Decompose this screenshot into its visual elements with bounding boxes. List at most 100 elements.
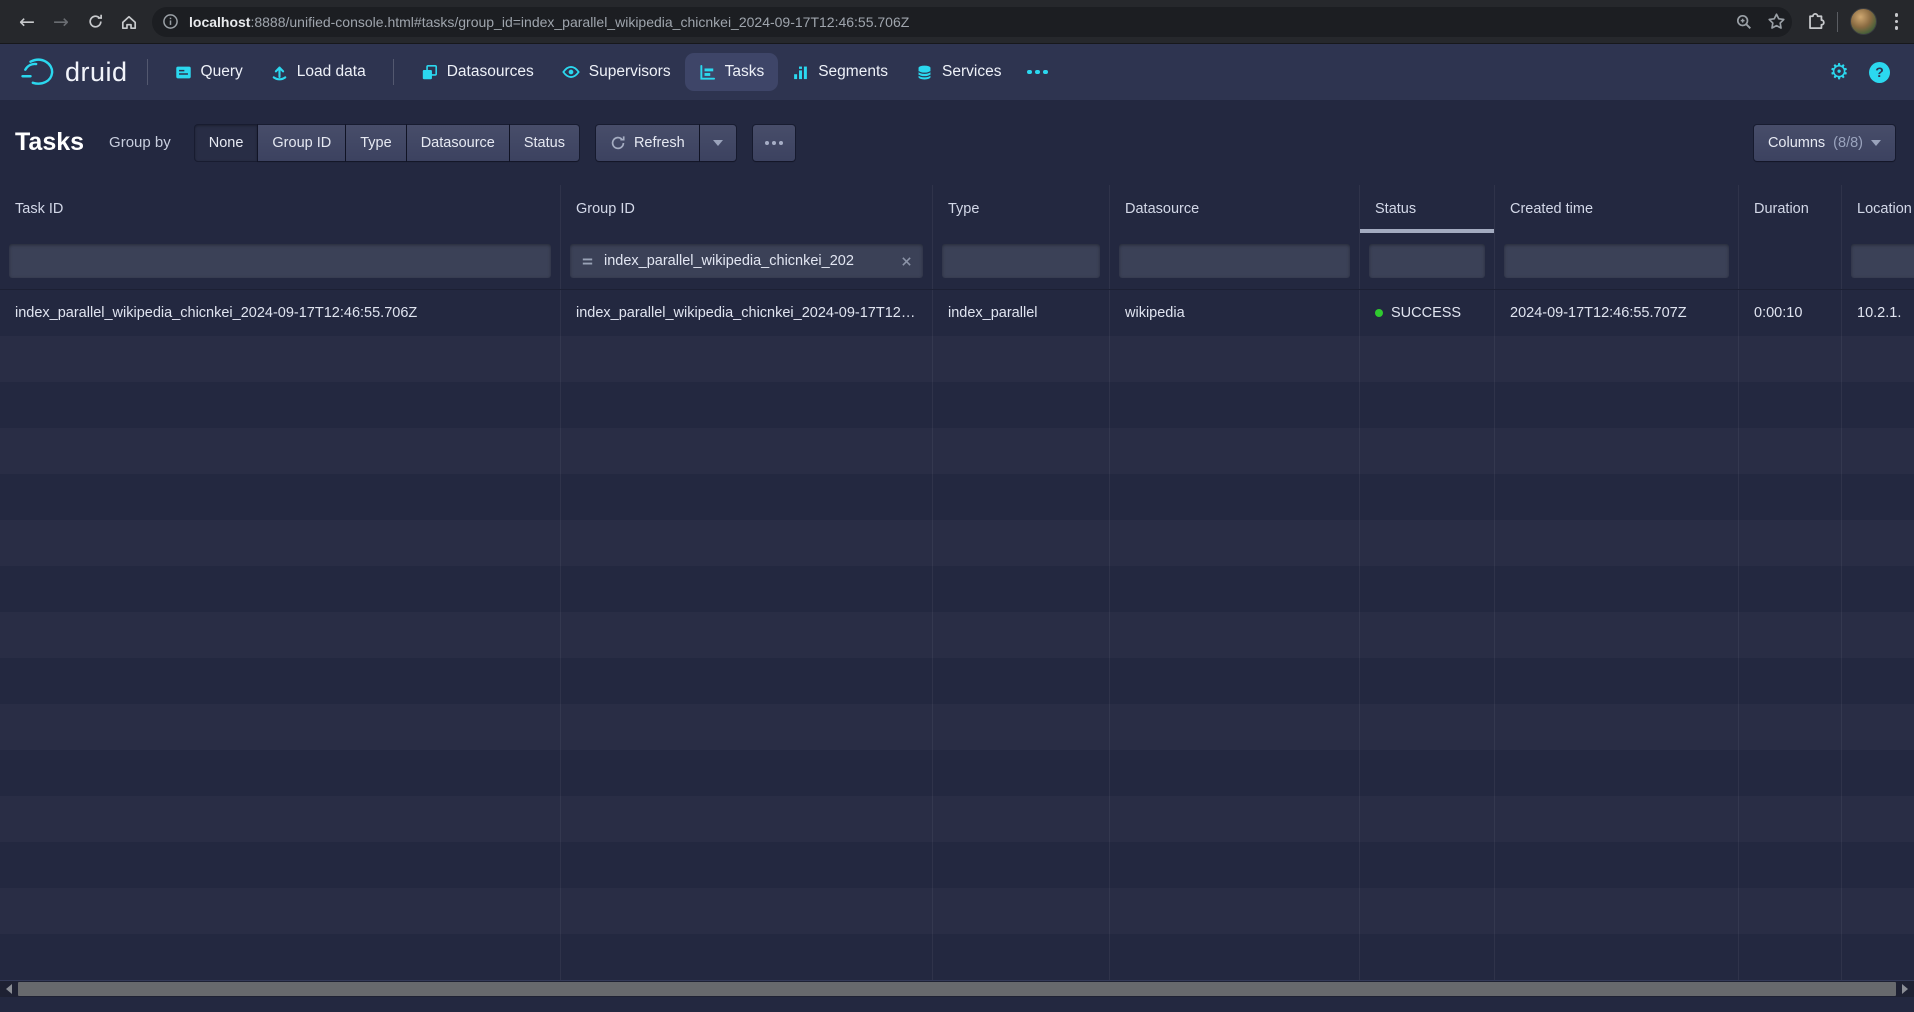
empty-cell: [1495, 566, 1739, 612]
empty-cell: [561, 382, 933, 428]
extensions-icon[interactable]: [1806, 12, 1825, 31]
scrollbar-thumb[interactable]: [18, 982, 1896, 996]
empty-cell: [933, 612, 1110, 658]
nav-item-datasources[interactable]: Datasources: [407, 53, 548, 91]
empty-cell: [933, 520, 1110, 566]
nav-label: Tasks: [725, 63, 765, 81]
equals-icon: [580, 254, 595, 269]
empty-cell: [1495, 336, 1739, 382]
cell-datasource[interactable]: wikipedia: [1110, 290, 1360, 336]
empty-cell: [1842, 382, 1914, 428]
control-bar: Tasks Group by None Group ID Type Dataso…: [0, 100, 1914, 185]
nav-item-load-data[interactable]: Load data: [257, 53, 380, 91]
forward-button[interactable]: →: [44, 5, 78, 39]
group-by-button-group: None Group ID Type Datasource Status: [195, 125, 579, 161]
nav-divider: [147, 59, 148, 85]
empty-cell: [1360, 336, 1495, 382]
table-header-row: Task ID Group ID Type Datasource Status …: [0, 185, 1914, 233]
filter-input-status[interactable]: [1369, 244, 1485, 278]
filter-input-group-id[interactable]: index_parallel_wikipedia_chicnkei_202: [570, 244, 923, 278]
nav-item-supervisors[interactable]: Supervisors: [548, 53, 685, 91]
empty-cell: [561, 520, 933, 566]
url-bar[interactable]: localhost:8888/unified-console.html#task…: [152, 7, 1792, 37]
scroll-right-button[interactable]: [1898, 981, 1912, 998]
settings-button[interactable]: ⚙: [1819, 60, 1859, 85]
datasources-icon: [421, 64, 438, 81]
group-by-none-button[interactable]: None: [195, 125, 258, 161]
filter-input-datasource[interactable]: [1119, 244, 1350, 278]
empty-cell: [1495, 474, 1739, 520]
back-button[interactable]: ←: [10, 5, 44, 39]
empty-cell: [1360, 520, 1495, 566]
cell-duration[interactable]: 0:00:10: [1739, 290, 1842, 336]
filter-input-task-id[interactable]: [9, 244, 551, 278]
cell-status[interactable]: SUCCESS: [1360, 290, 1495, 336]
nav-item-tasks[interactable]: Tasks: [685, 53, 779, 91]
scroll-left-button[interactable]: [2, 981, 16, 998]
table-row-empty: [0, 796, 1914, 842]
filter-text: index_parallel_wikipedia_chicnkei_202: [604, 253, 891, 269]
scroll-right-icon: [1902, 984, 1908, 994]
cell-location[interactable]: 10.2.1.: [1842, 290, 1914, 336]
nav-item-services[interactable]: Services: [902, 53, 1015, 91]
filter-input-created-time[interactable]: [1504, 244, 1729, 278]
empty-cell: [1110, 796, 1360, 842]
column-header-task-id[interactable]: Task ID: [0, 185, 561, 233]
brand[interactable]: druid: [14, 57, 134, 88]
group-by-status-button[interactable]: Status: [510, 125, 579, 161]
cell-task-id[interactable]: index_parallel_wikipedia_chicnkei_2024-0…: [0, 290, 561, 336]
nav-item-query[interactable]: Query: [161, 53, 257, 91]
more-options-button[interactable]: [753, 125, 795, 161]
cell-created-time[interactable]: 2024-09-17T12:46:55.707Z: [1495, 290, 1739, 336]
scroll-left-icon: [6, 984, 12, 994]
table-row-empty: [0, 566, 1914, 612]
empty-cell: [561, 428, 933, 474]
zoom-icon[interactable]: [1735, 13, 1753, 31]
refresh-button[interactable]: Refresh: [596, 125, 699, 161]
empty-cell: [561, 612, 933, 658]
column-header-location[interactable]: Location: [1842, 185, 1914, 233]
clear-filter-icon[interactable]: [900, 255, 913, 268]
table-row-empty: [0, 934, 1914, 980]
group-by-type-button[interactable]: Type: [346, 125, 405, 161]
empty-cell: [1495, 612, 1739, 658]
column-header-created-time[interactable]: Created time: [1495, 185, 1739, 233]
empty-cell: [561, 888, 933, 934]
query-icon: [175, 64, 192, 81]
empty-cell: [1495, 934, 1739, 980]
column-header-type[interactable]: Type: [933, 185, 1110, 233]
column-header-datasource[interactable]: Datasource: [1110, 185, 1360, 233]
site-info-icon[interactable]: [162, 13, 179, 30]
group-by-label: Group by: [109, 134, 171, 151]
reload-button[interactable]: [78, 5, 112, 39]
profile-avatar[interactable]: [1850, 8, 1877, 35]
help-button[interactable]: ?: [1869, 62, 1890, 83]
refresh-dropdown-button[interactable]: [700, 125, 736, 161]
empty-cell: [1739, 336, 1842, 382]
table-row-empty: [0, 382, 1914, 428]
filter-input-type[interactable]: [942, 244, 1100, 278]
cell-type[interactable]: index_parallel: [933, 290, 1110, 336]
column-header-status[interactable]: Status: [1360, 185, 1495, 233]
columns-button[interactable]: Columns (8/8): [1754, 125, 1895, 161]
column-header-duration[interactable]: Duration: [1739, 185, 1842, 233]
empty-cell: [1360, 612, 1495, 658]
filter-input-location[interactable]: [1851, 244, 1914, 278]
empty-cell: [561, 934, 933, 980]
group-by-group-id-button[interactable]: Group ID: [258, 125, 345, 161]
nav-more-button[interactable]: [1015, 53, 1060, 91]
home-button[interactable]: [112, 5, 146, 39]
table-row-empty: [0, 336, 1914, 382]
table-row[interactable]: index_parallel_wikipedia_chicnkei_2024-0…: [0, 290, 1914, 336]
browser-menu-icon[interactable]: [1889, 13, 1905, 30]
horizontal-scrollbar[interactable]: [0, 980, 1914, 997]
empty-cell: [1739, 474, 1842, 520]
nav-label: Segments: [818, 63, 888, 81]
group-by-datasource-button[interactable]: Datasource: [407, 125, 509, 161]
nav-item-segments[interactable]: Segments: [778, 53, 902, 91]
empty-cell: [0, 336, 561, 382]
column-header-group-id[interactable]: Group ID: [561, 185, 933, 233]
empty-cell: [1110, 658, 1360, 704]
bookmark-star-icon[interactable]: [1767, 12, 1786, 31]
cell-group-id[interactable]: index_parallel_wikipedia_chicnkei_2024-0…: [561, 290, 933, 336]
